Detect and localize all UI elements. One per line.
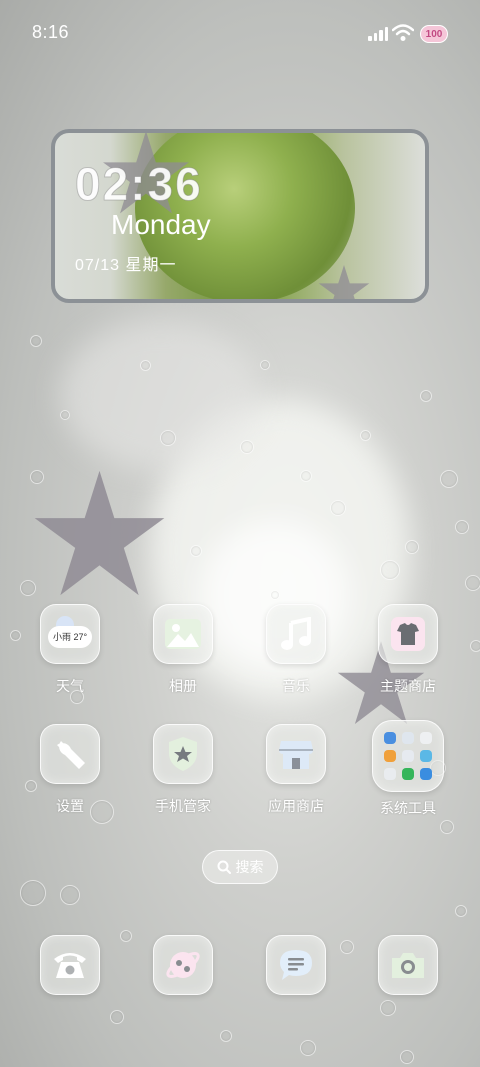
water-drop xyxy=(380,1000,396,1016)
water-drop xyxy=(10,630,21,641)
water-drop xyxy=(340,940,354,954)
search-label: 搜索 xyxy=(235,859,264,875)
water-drop xyxy=(405,540,419,554)
app-label-gallery: 相册 xyxy=(169,678,197,694)
widget-day: Monday xyxy=(111,209,211,240)
search-icon xyxy=(217,860,231,874)
water-drop xyxy=(400,1050,414,1064)
wallpaper-star xyxy=(34,470,165,596)
water-drop xyxy=(420,390,432,402)
water-drop xyxy=(160,430,176,446)
dock-messages[interactable] xyxy=(251,935,341,995)
app-label-system-tools: 系统工具 xyxy=(380,800,436,816)
app-label-weather: 天气 xyxy=(56,678,84,694)
camera-icon xyxy=(378,935,438,995)
gallery-icon xyxy=(153,604,213,664)
widget-star xyxy=(318,265,370,299)
water-drop xyxy=(380,560,400,580)
app-music[interactable]: 音乐 xyxy=(251,604,341,696)
water-drop xyxy=(465,575,480,591)
water-drop xyxy=(440,470,458,488)
phone-icon xyxy=(40,935,100,995)
app-app-store[interactable]: 应用商店 xyxy=(251,724,341,816)
water-drop xyxy=(455,905,467,917)
wifi-icon xyxy=(392,24,414,41)
app-settings[interactable]: 设置 xyxy=(25,724,115,816)
water-drop xyxy=(60,410,70,420)
widget-time: 02:36 xyxy=(75,158,203,211)
theme-store-icon xyxy=(378,604,438,664)
battery-icon: 100 xyxy=(420,25,448,43)
browser-icon xyxy=(153,935,213,995)
messages-icon xyxy=(266,935,326,995)
water-drop xyxy=(30,335,42,347)
app-phone-manager[interactable]: 手机管家 xyxy=(138,724,228,816)
app-weather[interactable]: 小雨 27° 天气 xyxy=(25,604,115,696)
clock-widget[interactable]: 02:36 Monday 07/13 星期一 xyxy=(51,129,429,303)
app-label-music: 音乐 xyxy=(282,678,310,694)
status-time: 8:16 xyxy=(32,22,70,42)
app-label-theme-store: 主题商店 xyxy=(380,678,436,694)
settings-icon xyxy=(40,724,100,784)
water-drop xyxy=(190,545,202,557)
search-button[interactable]: 搜索 xyxy=(202,850,278,884)
water-drop xyxy=(60,885,80,905)
app-gallery[interactable]: 相册 xyxy=(138,604,228,696)
water-drop xyxy=(330,500,346,516)
weather-icon: 小雨 27° xyxy=(40,604,100,664)
water-drop xyxy=(20,880,46,906)
water-drop xyxy=(120,930,132,942)
app-label-app-store: 应用商店 xyxy=(268,798,324,814)
water-drop xyxy=(270,590,280,600)
signal-icon xyxy=(368,27,388,41)
app-store-icon xyxy=(266,724,326,784)
water-drop xyxy=(360,430,371,441)
app-system-tools-folder[interactable]: 系统工具 xyxy=(363,720,453,818)
app-label-settings: 设置 xyxy=(56,798,84,814)
water-drop xyxy=(240,440,254,454)
dock-browser[interactable] xyxy=(138,935,228,995)
water-drop xyxy=(220,1030,232,1042)
app-label-phone-manager: 手机管家 xyxy=(155,798,211,814)
phone-manager-icon xyxy=(153,724,213,784)
battery-level: 100 xyxy=(425,28,443,40)
weather-text: 小雨 27° xyxy=(52,632,88,642)
system-tools-folder-icon xyxy=(372,720,444,792)
wallpaper-petal xyxy=(60,320,260,470)
dock-camera[interactable] xyxy=(363,935,453,995)
dock-phone[interactable] xyxy=(25,935,115,995)
water-drop xyxy=(300,1040,316,1056)
status-bar: 8:16 100 xyxy=(0,0,480,68)
widget-date: 07/13 星期一 xyxy=(75,257,177,274)
water-drop xyxy=(455,520,469,534)
water-drop xyxy=(440,820,454,834)
water-drop xyxy=(110,1010,124,1024)
water-drop xyxy=(140,360,151,371)
water-drop xyxy=(470,640,480,652)
water-drop xyxy=(260,360,270,370)
app-theme-store[interactable]: 主题商店 xyxy=(363,604,453,696)
music-icon xyxy=(266,604,326,664)
water-drop xyxy=(300,470,312,482)
